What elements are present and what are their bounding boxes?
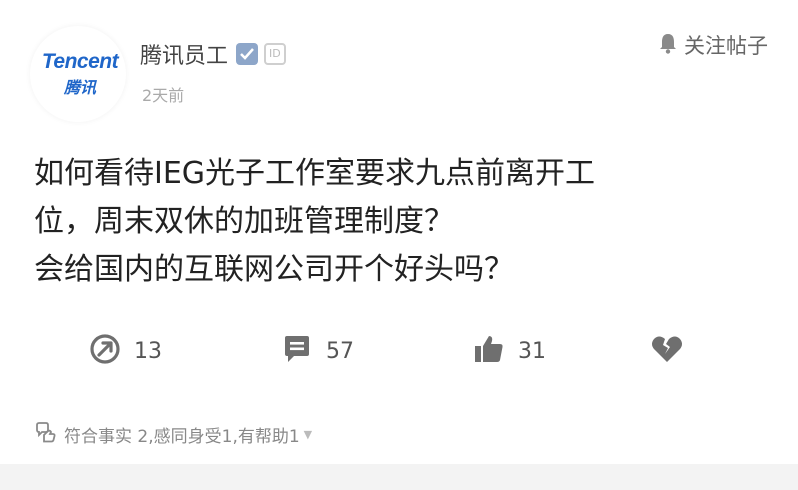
post-card: Tencent 腾讯 腾讯员工 ID 2天前 关注帖子 如何看待IEG光子工作室… <box>0 0 798 490</box>
dislike-button[interactable] <box>650 332 684 370</box>
question-line: 如何看待IEG光子工作室要求九点前离开工 <box>34 156 596 191</box>
thumbs-up-icon <box>472 332 506 370</box>
question-line: 位，周末双休的加班管理制度？ <box>34 204 454 239</box>
author-name[interactable]: 腾讯员工 <box>140 38 228 70</box>
tencent-logo-cn: 腾讯 <box>63 78 96 97</box>
reaction-icon <box>34 421 56 448</box>
like-count: 31 <box>518 338 546 364</box>
bottom-divider <box>0 464 798 490</box>
like-button[interactable]: 31 <box>472 332 546 370</box>
author-row: 腾讯员工 ID <box>140 38 286 70</box>
follow-post-button[interactable]: 关注帖子 <box>658 30 768 60</box>
id-badge: ID <box>264 43 286 65</box>
post-time: 2天前 <box>142 86 185 105</box>
comment-count: 57 <box>326 338 354 364</box>
follow-post-label: 关注帖子 <box>684 34 768 58</box>
broken-heart-icon <box>650 332 684 370</box>
verified-icon <box>236 43 259 65</box>
reaction-summary-text: 符合事实 2,感同身受1,有帮助1 <box>64 427 300 447</box>
share-icon <box>88 332 122 370</box>
comment-button[interactable]: 57 <box>280 332 354 370</box>
chevron-down-icon[interactable]: ▼ <box>304 428 312 441</box>
question-text[interactable]: 如何看待IEG光子工作室要求九点前离开工 位，周末双休的加班管理制度？ 会给国内… <box>34 150 734 294</box>
bell-icon <box>658 32 678 58</box>
share-count: 13 <box>134 338 162 364</box>
comment-icon <box>280 332 314 370</box>
reaction-summary[interactable]: 符合事实 2,感同身受1,有帮助1 ▼ <box>34 421 312 448</box>
tencent-logo-en: Tencent <box>41 50 119 73</box>
share-button[interactable]: 13 <box>88 332 162 370</box>
avatar[interactable]: Tencent 腾讯 <box>30 26 126 122</box>
question-line: 会给国内的互联网公司开个好头吗？ <box>34 252 514 287</box>
